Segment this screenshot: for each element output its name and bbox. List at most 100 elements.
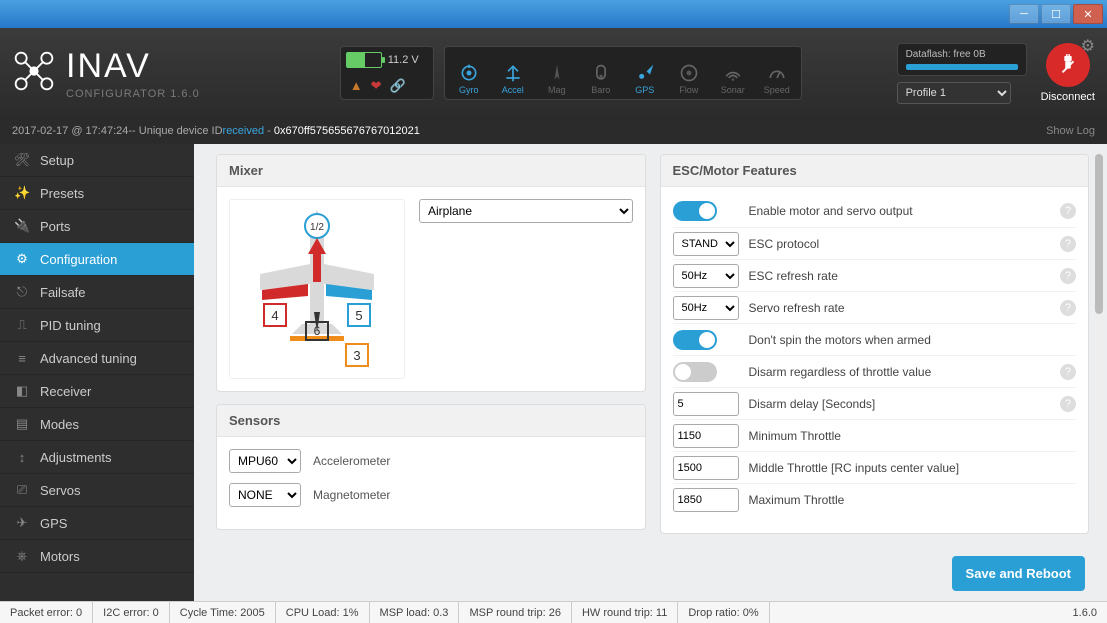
status-cell: MSP load: 0.3 bbox=[370, 602, 460, 623]
mixer-ch-tail: 6 bbox=[314, 324, 321, 338]
sensor-flow: Flow bbox=[669, 51, 709, 95]
sidebar-item-label: Advanced tuning bbox=[40, 351, 137, 366]
help-icon[interactable]: ? bbox=[1060, 300, 1076, 316]
esc-number-input[interactable] bbox=[673, 392, 739, 416]
help-icon[interactable]: ? bbox=[1060, 396, 1076, 412]
sidebar-item-pid-tuning[interactable]: ⎍ PID tuning bbox=[0, 309, 194, 342]
sidebar-icon: ▤ bbox=[14, 416, 30, 432]
sidebar-item-gps[interactable]: ✈GPS bbox=[0, 507, 194, 540]
toggle[interactable] bbox=[673, 330, 717, 350]
sensor-select[interactable]: MPU60 bbox=[229, 449, 301, 473]
dataflash-label: Dataflash: free 0B bbox=[906, 49, 1018, 60]
warning-icon: ▲ bbox=[350, 78, 363, 94]
esc-label: ESC refresh rate bbox=[749, 269, 1061, 283]
esc-row: Don't spin the motors when armed bbox=[673, 323, 1077, 355]
window-close-button[interactable]: ✕ bbox=[1073, 4, 1103, 24]
sidebar-item-failsafe[interactable]: ⎋Failsafe bbox=[0, 276, 194, 309]
save-reboot-button[interactable]: Save and Reboot bbox=[952, 556, 1085, 591]
sidebar-icon: ⎍ bbox=[14, 317, 30, 333]
mixer-ch-left: 4 bbox=[271, 308, 278, 323]
esc-row: 50Hz ESC refresh rate? bbox=[673, 259, 1077, 291]
window-minimize-button[interactable]: ─ bbox=[1009, 4, 1039, 24]
status-cell: Drop ratio: 0% bbox=[678, 602, 769, 623]
sidebar-item-receiver[interactable]: ◧Receiver bbox=[0, 375, 194, 408]
esc-row: Middle Throttle [RC inputs center value] bbox=[673, 451, 1077, 483]
sidebar-item-label: Servos bbox=[40, 483, 80, 498]
content-area: Mixer 1/2 bbox=[194, 144, 1107, 601]
battery-widget: 11.2 V ▲ ❤ 🔗 bbox=[340, 46, 434, 100]
sensor-baro: Baro bbox=[581, 51, 621, 95]
status-cell: HW round trip: 11 bbox=[572, 602, 678, 623]
sidebar-item-label: Adjustments bbox=[40, 450, 112, 465]
sidebar-icon: ⎈ bbox=[14, 548, 30, 564]
mixer-type-select[interactable]: Airplane bbox=[419, 199, 633, 223]
status-strip: 2017-02-17 @ 17:47:24 -- Unique device I… bbox=[0, 118, 1107, 144]
link-icon: 🔗 bbox=[390, 78, 406, 94]
help-icon[interactable]: ? bbox=[1060, 203, 1076, 219]
toggle[interactable] bbox=[673, 362, 717, 382]
status-cell: Packet error: 0 bbox=[0, 602, 93, 623]
status-cell: CPU Load: 1% bbox=[276, 602, 370, 623]
sidebar-item-label: Configuration bbox=[40, 252, 117, 267]
sidebar-item-setup[interactable]: 🛠Setup bbox=[0, 144, 194, 177]
sensor-mag: Mag bbox=[537, 51, 577, 95]
sidebar-icon: ≡ bbox=[14, 351, 30, 366]
sidebar-item-motors[interactable]: ⎈ Motors bbox=[0, 540, 194, 573]
mixer-diagram: 1/2 bbox=[229, 199, 405, 379]
sidebar-icon: ↕ bbox=[14, 450, 30, 465]
sensor-accel: Accel bbox=[493, 51, 533, 95]
sensors-panel: Sensors MPU60Accelerometer NONE Magnetomet… bbox=[216, 404, 646, 530]
esc-select[interactable]: STAND bbox=[673, 232, 739, 256]
sidebar-item-adjustments[interactable]: ↕ Adjustments bbox=[0, 441, 194, 474]
mixer-title: Mixer bbox=[217, 155, 645, 187]
show-log-button[interactable]: Show Log bbox=[1046, 125, 1095, 137]
sensors-title: Sensors bbox=[217, 405, 645, 437]
app-logo: INAV CONFIGURATOR 1.6.0 bbox=[12, 47, 200, 100]
sensor-row: MPU60Accelerometer bbox=[229, 449, 633, 473]
sidebar-item-configuration[interactable]: ⚙Configuration bbox=[0, 243, 194, 276]
esc-panel: ESC/Motor Features Enable motor and serv… bbox=[660, 154, 1090, 534]
sidebar-item-modes[interactable]: ▤ Modes bbox=[0, 408, 194, 441]
esc-select[interactable]: 50Hz bbox=[673, 296, 739, 320]
toggle[interactable] bbox=[673, 201, 717, 221]
profile-select[interactable]: Profile 1 bbox=[897, 82, 1011, 104]
sidebar-item-servos[interactable]: ⎚Servos bbox=[0, 474, 194, 507]
esc-number-input[interactable] bbox=[673, 424, 739, 448]
sidebar-item-label: PID tuning bbox=[40, 318, 101, 333]
drone-icon bbox=[12, 49, 56, 98]
mixer-ch-top: 1/2 bbox=[310, 222, 324, 233]
esc-number-input[interactable] bbox=[673, 456, 739, 480]
content-scrollbar[interactable] bbox=[1093, 152, 1105, 522]
sensor-label: Magnetometer bbox=[313, 488, 390, 502]
sidebar-item-label: Modes bbox=[40, 417, 79, 432]
esc-label: Middle Throttle [RC inputs center value] bbox=[749, 461, 1077, 475]
settings-icon[interactable]: ⚙ bbox=[1081, 36, 1095, 56]
dataflash-widget[interactable]: Dataflash: free 0B bbox=[897, 43, 1027, 76]
esc-select[interactable]: 50Hz bbox=[673, 264, 739, 288]
help-icon[interactable]: ? bbox=[1060, 364, 1076, 380]
sidebar-item-advanced-tuning[interactable]: ≡ Advanced tuning bbox=[0, 342, 194, 375]
help-icon[interactable]: ? bbox=[1060, 268, 1076, 284]
esc-row: Enable motor and servo output? bbox=[673, 195, 1077, 227]
window-maximize-button[interactable]: ☐ bbox=[1041, 4, 1071, 24]
app-name: INAV bbox=[66, 47, 200, 86]
esc-label: Servo refresh rate bbox=[749, 301, 1061, 315]
status-sep: -- Unique device ID bbox=[128, 125, 222, 137]
esc-label: Disarm delay [Seconds] bbox=[749, 397, 1061, 411]
esc-row: STANDESC protocol? bbox=[673, 227, 1077, 259]
sidebar-item-presets[interactable]: ✨Presets bbox=[0, 177, 194, 210]
status-device-id: 0x670ff575655676767012021 bbox=[274, 125, 420, 137]
status-cell: Cycle Time: 2005 bbox=[170, 602, 276, 623]
status-timestamp: 2017-02-17 @ 17:47:24 bbox=[12, 125, 128, 137]
esc-number-input[interactable] bbox=[673, 488, 739, 512]
dataflash-bar bbox=[906, 64, 1018, 70]
sidebar-icon: ✈ bbox=[14, 515, 30, 531]
sidebar-item-label: Motors bbox=[40, 549, 80, 564]
sensor-select[interactable]: NONE bbox=[229, 483, 301, 507]
sidebar-icon: 🔌 bbox=[14, 218, 30, 234]
help-icon[interactable]: ? bbox=[1060, 236, 1076, 252]
sidebar-item-label: Setup bbox=[40, 153, 74, 168]
heart-icon: ❤ bbox=[371, 78, 382, 94]
sidebar-item-label: Receiver bbox=[40, 384, 91, 399]
sidebar-item-ports[interactable]: 🔌Ports bbox=[0, 210, 194, 243]
